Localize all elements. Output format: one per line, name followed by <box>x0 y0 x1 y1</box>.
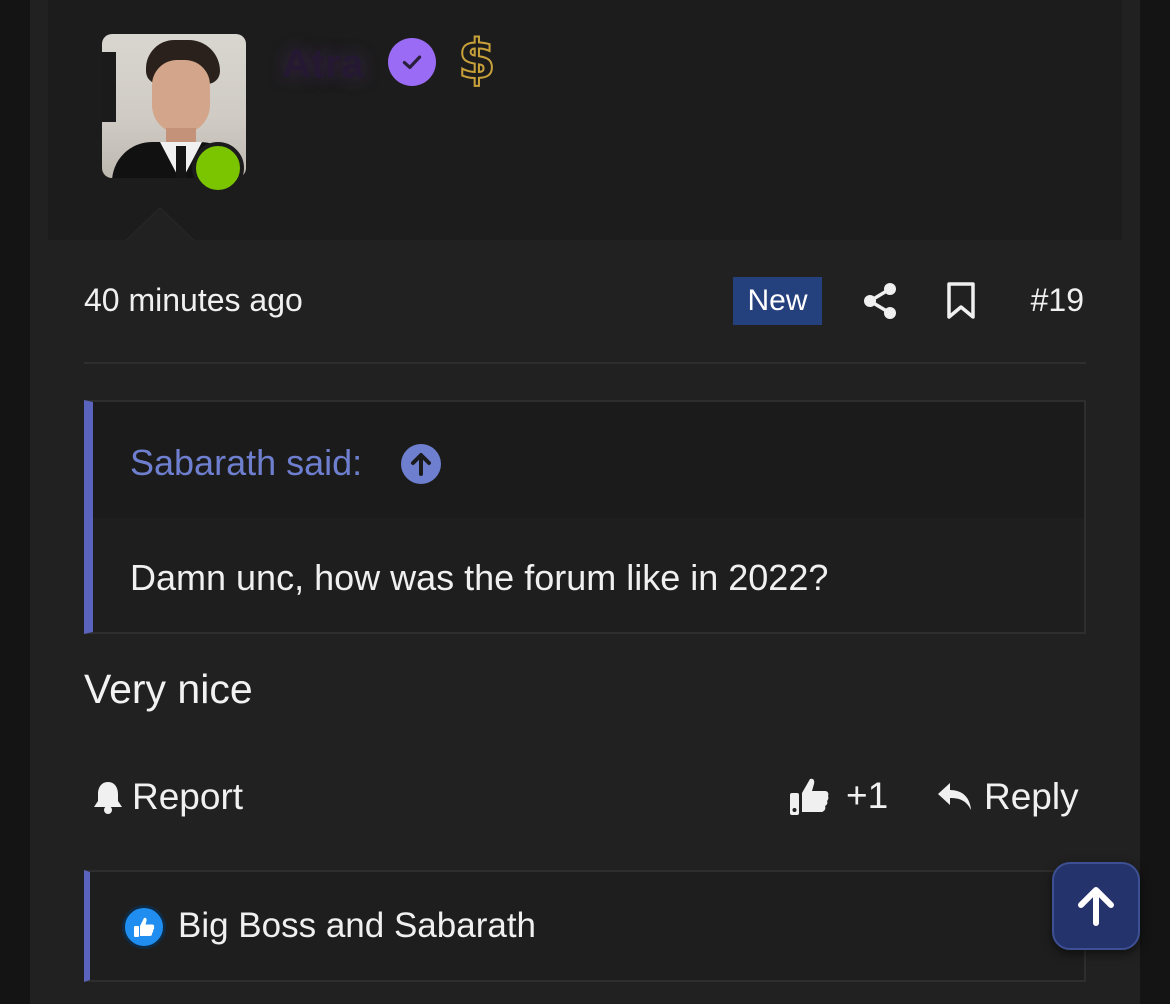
dollar-icon: $ <box>457 27 497 92</box>
reply-label: Reply <box>984 776 1079 817</box>
post-message: Very nice <box>84 666 253 712</box>
post-container: Atra $ 40 minutes ago New #19 Sabarath s… <box>30 0 1140 1004</box>
bookmark-icon[interactable] <box>946 282 976 320</box>
post-meta-bar: 40 minutes ago New #19 <box>84 276 1086 364</box>
bell-icon <box>94 782 122 814</box>
post-timestamp[interactable]: 40 minutes ago <box>84 282 303 319</box>
new-badge: New <box>733 277 822 325</box>
scroll-to-top-button[interactable] <box>1052 862 1140 950</box>
like-button[interactable]: +1 <box>788 773 888 819</box>
online-status-icon <box>192 142 244 194</box>
verified-check-icon <box>388 38 436 86</box>
share-icon[interactable] <box>862 282 898 320</box>
post-number-link[interactable]: #19 <box>1031 282 1084 319</box>
like-count: +1 <box>846 775 889 816</box>
thumbs-up-reaction-icon <box>122 905 166 949</box>
quote-header: Sabarath said: <box>93 402 1084 518</box>
thumbs-up-icon <box>790 778 829 815</box>
arrow-up-circle-icon[interactable] <box>401 444 441 484</box>
reaction-users[interactable]: Big Boss and Sabarath <box>178 906 536 946</box>
quote-text: Damn unc, how was the forum like in 2022… <box>130 557 829 598</box>
quote-block: Sabarath said: Damn unc, how was the for… <box>84 400 1086 634</box>
username[interactable]: Atra <box>282 42 364 87</box>
user-header-pointer <box>126 208 194 241</box>
report-label: Report <box>132 776 244 817</box>
reply-arrow-icon <box>938 783 971 810</box>
reply-button[interactable]: Reply <box>936 775 1079 819</box>
quote-author-link[interactable]: Sabarath said: <box>130 442 362 484</box>
user-header: Atra $ <box>48 0 1122 240</box>
report-button[interactable]: Report <box>92 775 243 819</box>
arrow-up-icon <box>1078 887 1114 926</box>
reactions-bar[interactable]: Big Boss and Sabarath <box>84 870 1086 982</box>
